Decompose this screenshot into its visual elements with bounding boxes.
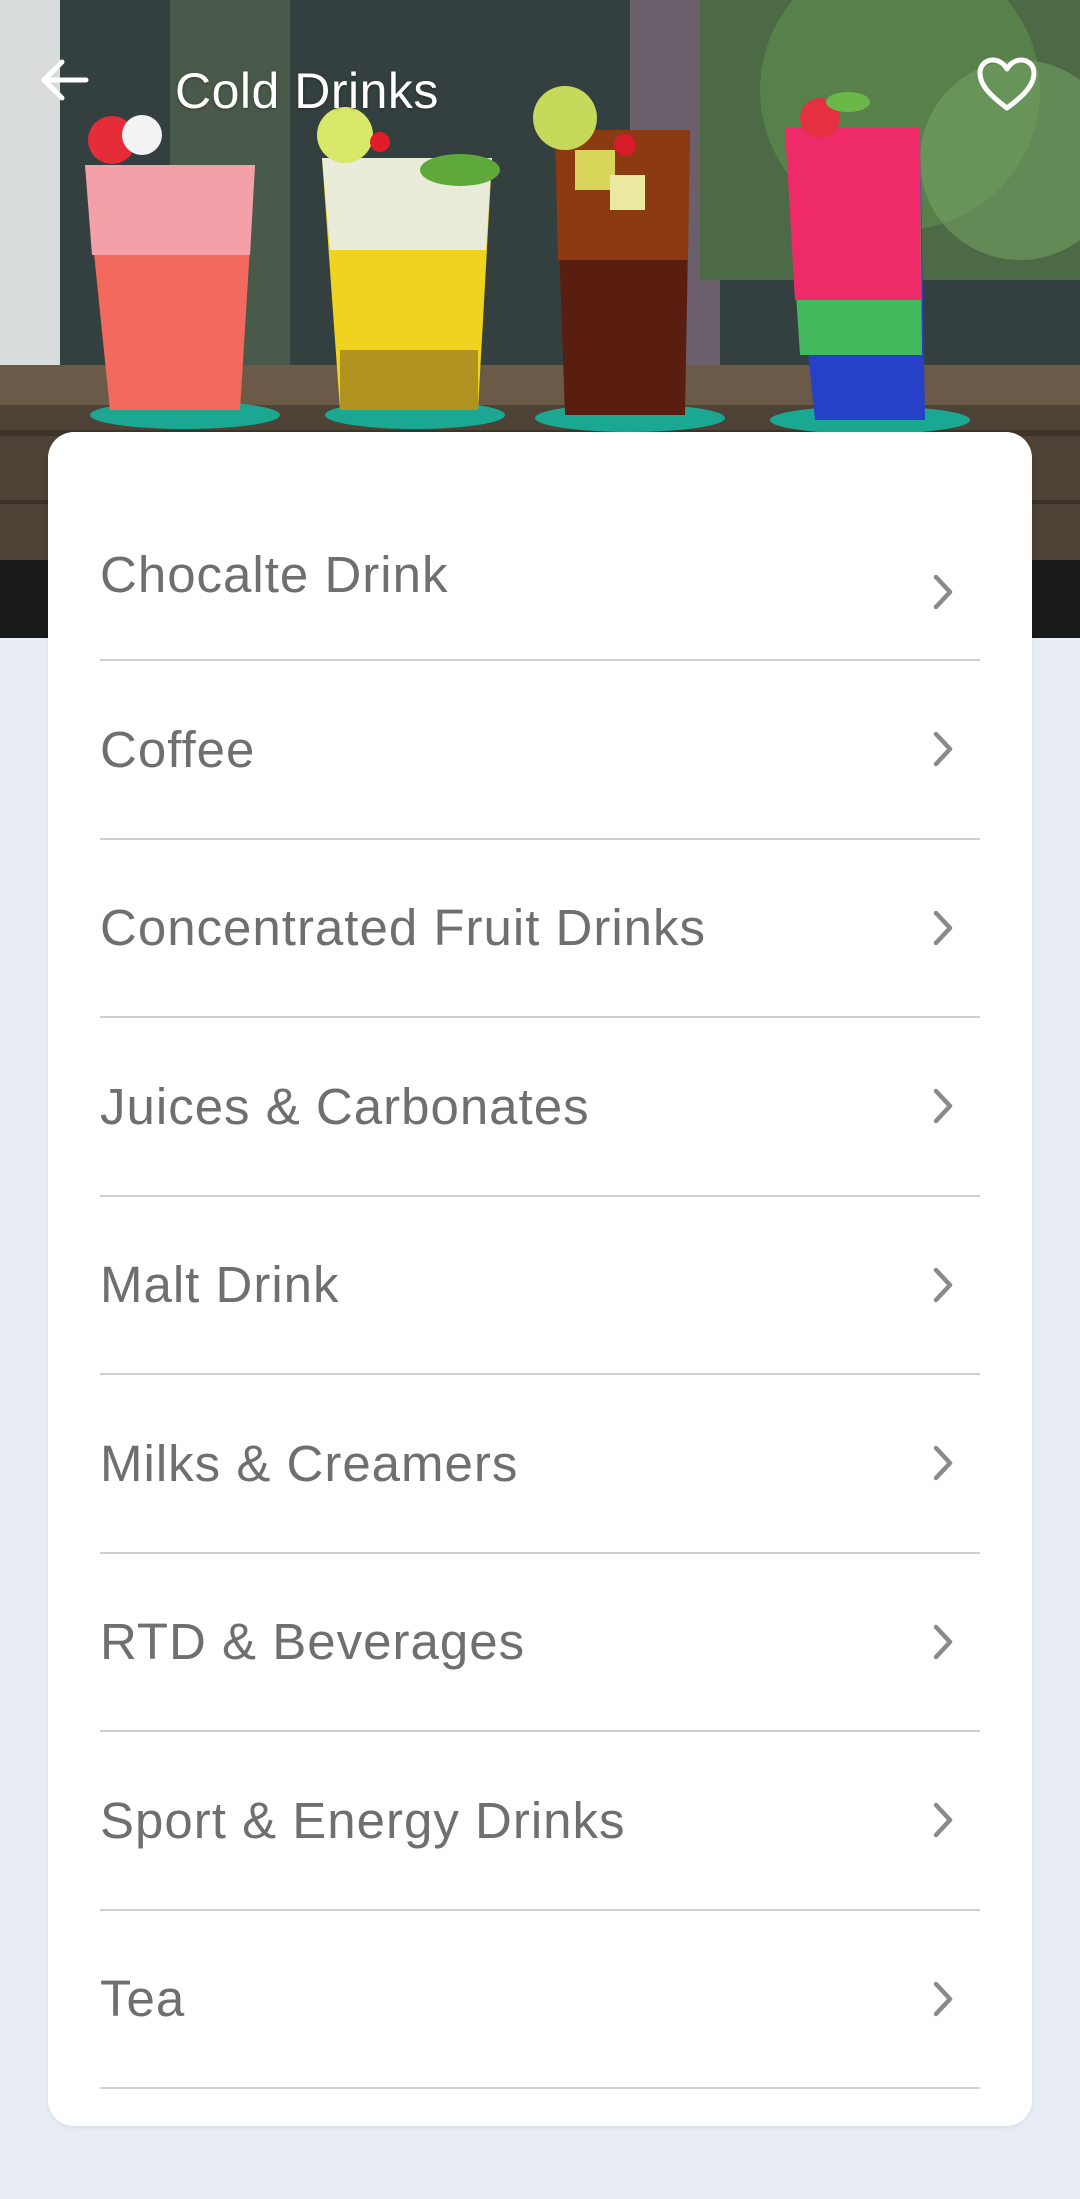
screen: Cold Drinks Chocalte Drink Coffee Concen… bbox=[0, 0, 1080, 2199]
category-item-rtd-beverages[interactable]: RTD & Beverages bbox=[100, 1554, 980, 1732]
chevron-right-icon bbox=[933, 1624, 953, 1659]
category-item-concentrated-fruit-drinks[interactable]: Concentrated Fruit Drinks bbox=[100, 840, 980, 1018]
chevron-right-icon bbox=[933, 1267, 953, 1302]
category-label: Milks & Creamers bbox=[100, 1434, 519, 1492]
chevron-right-icon bbox=[933, 1981, 953, 2016]
category-label: Concentrated Fruit Drinks bbox=[100, 899, 707, 957]
page-title: Cold Drinks bbox=[175, 63, 439, 119]
heart-outline-icon bbox=[977, 57, 1037, 111]
chevron-right-icon bbox=[933, 1803, 953, 1838]
category-label: Sport & Energy Drinks bbox=[100, 1791, 626, 1849]
favorite-button[interactable] bbox=[976, 56, 1052, 132]
category-item-coffee[interactable]: Coffee bbox=[100, 661, 980, 840]
category-label: Coffee bbox=[100, 720, 256, 778]
category-item-juices-carbonates[interactable]: Juices & Carbonates bbox=[100, 1018, 980, 1197]
chevron-right-icon bbox=[933, 574, 953, 610]
chevron-right-icon bbox=[933, 1446, 953, 1481]
category-label: Malt Drink bbox=[100, 1256, 340, 1314]
chevron-right-icon bbox=[933, 1089, 953, 1124]
category-label: Chocalte Drink bbox=[100, 546, 449, 603]
category-item-malt-drink[interactable]: Malt Drink bbox=[100, 1197, 980, 1375]
category-list: Chocalte Drink Coffee Concentrated Fruit… bbox=[100, 525, 980, 2089]
back-button[interactable] bbox=[38, 58, 108, 128]
arrow-left-icon bbox=[41, 59, 89, 101]
app-bar: Cold Drinks bbox=[0, 50, 1080, 130]
category-item-chocalte-drink[interactable]: Chocalte Drink bbox=[100, 525, 980, 661]
category-label: Tea bbox=[100, 1970, 186, 2028]
category-item-sport-energy-drinks[interactable]: Sport & Energy Drinks bbox=[100, 1732, 980, 1911]
category-item-milks-creamers[interactable]: Milks & Creamers bbox=[100, 1375, 980, 1554]
category-label: RTD & Beverages bbox=[100, 1613, 526, 1671]
category-card: Chocalte Drink Coffee Concentrated Fruit… bbox=[48, 432, 1032, 2126]
category-item-tea[interactable]: Tea bbox=[100, 1911, 980, 2089]
category-label: Juices & Carbonates bbox=[100, 1077, 590, 1135]
chevron-right-icon bbox=[933, 732, 953, 767]
chevron-right-icon bbox=[933, 910, 953, 945]
